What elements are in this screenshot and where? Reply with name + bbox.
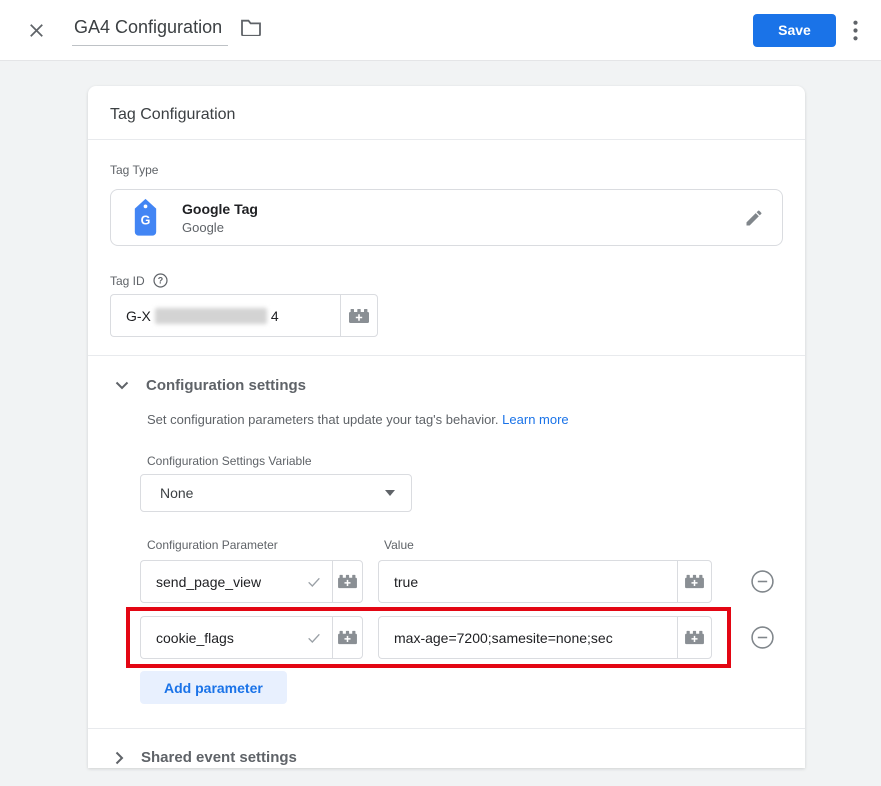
parameter-column-header: Configuration Parameter [140,538,378,552]
svg-text:G: G [141,213,151,227]
edit-pencil-icon[interactable] [744,208,764,228]
parameter-value-input[interactable]: true [378,560,677,603]
tag-id-variable-picker-button[interactable] [340,294,378,337]
parameter-row: cookie_flags [140,616,783,659]
remove-parameter-button[interactable] [750,625,775,650]
variable-brick-icon [684,629,705,646]
tag-type-vendor: Google [182,220,744,235]
valid-checkmark-icon [306,574,322,590]
config-settings-variable-select[interactable]: None [140,474,412,512]
save-button[interactable]: Save [753,14,836,47]
chevron-right-icon [115,751,124,765]
shared-event-settings-header[interactable]: Shared event settings [110,729,783,786]
chevron-down-icon [115,381,129,390]
topbar: GA4 Configuration Save [0,0,881,61]
divider [88,355,805,356]
variable-brick-icon [348,307,370,325]
close-icon [25,19,48,42]
card-title: Tag Configuration [88,86,805,140]
value-column-header: Value [378,538,414,552]
google-tag-icon: G [131,198,160,237]
minus-circle-icon [750,625,775,650]
parameter-variable-picker-button[interactable] [332,560,363,603]
folder-button[interactable] [237,15,265,39]
tag-name-input[interactable]: GA4 Configuration [72,15,228,46]
configuration-settings-description: Set configuration parameters that update… [147,412,783,427]
parameter-name-input[interactable]: cookie_flags [140,616,332,659]
tag-type-label: Tag Type [110,163,783,177]
dropdown-caret-icon [385,490,395,496]
minus-circle-icon [750,569,775,594]
variable-brick-icon [684,573,705,590]
parameter-row: send_page_view [140,560,783,603]
tag-type-selector[interactable]: G Google Tag Google [110,189,783,246]
content-area: Tag Configuration Tag Type G Google Tag … [0,61,881,768]
add-parameter-button[interactable]: Add parameter [140,671,287,704]
value-variable-picker-button[interactable] [677,616,712,659]
tag-id-label: Tag ID [110,274,145,288]
configuration-settings-header[interactable]: Configuration settings [110,377,783,394]
remove-parameter-button[interactable] [750,569,775,594]
parameter-name-input[interactable]: send_page_view [140,560,332,603]
redacted-tag-id [155,308,267,324]
kebab-menu-icon [853,20,858,41]
highlight-red-frame: cookie_flags [126,607,731,668]
svg-text:?: ? [157,276,162,286]
help-icon[interactable]: ? [153,273,168,288]
parameter-value-input[interactable]: max-age=7200;samesite=none;sec [378,616,677,659]
parameter-variable-picker-button[interactable] [332,616,363,659]
value-variable-picker-button[interactable] [677,560,712,603]
variable-brick-icon [337,629,358,646]
tag-type-name: Google Tag [182,201,744,217]
valid-checkmark-icon [306,630,322,646]
learn-more-link[interactable]: Learn more [502,412,568,427]
tag-id-input[interactable]: G-X 4 [110,294,340,337]
variable-brick-icon [337,573,358,590]
folder-icon [240,18,262,36]
tag-configuration-card: Tag Configuration Tag Type G Google Tag … [88,86,805,768]
more-options-button[interactable] [850,17,861,44]
config-settings-variable-label: Configuration Settings Variable [147,454,783,468]
close-button[interactable] [22,16,51,45]
